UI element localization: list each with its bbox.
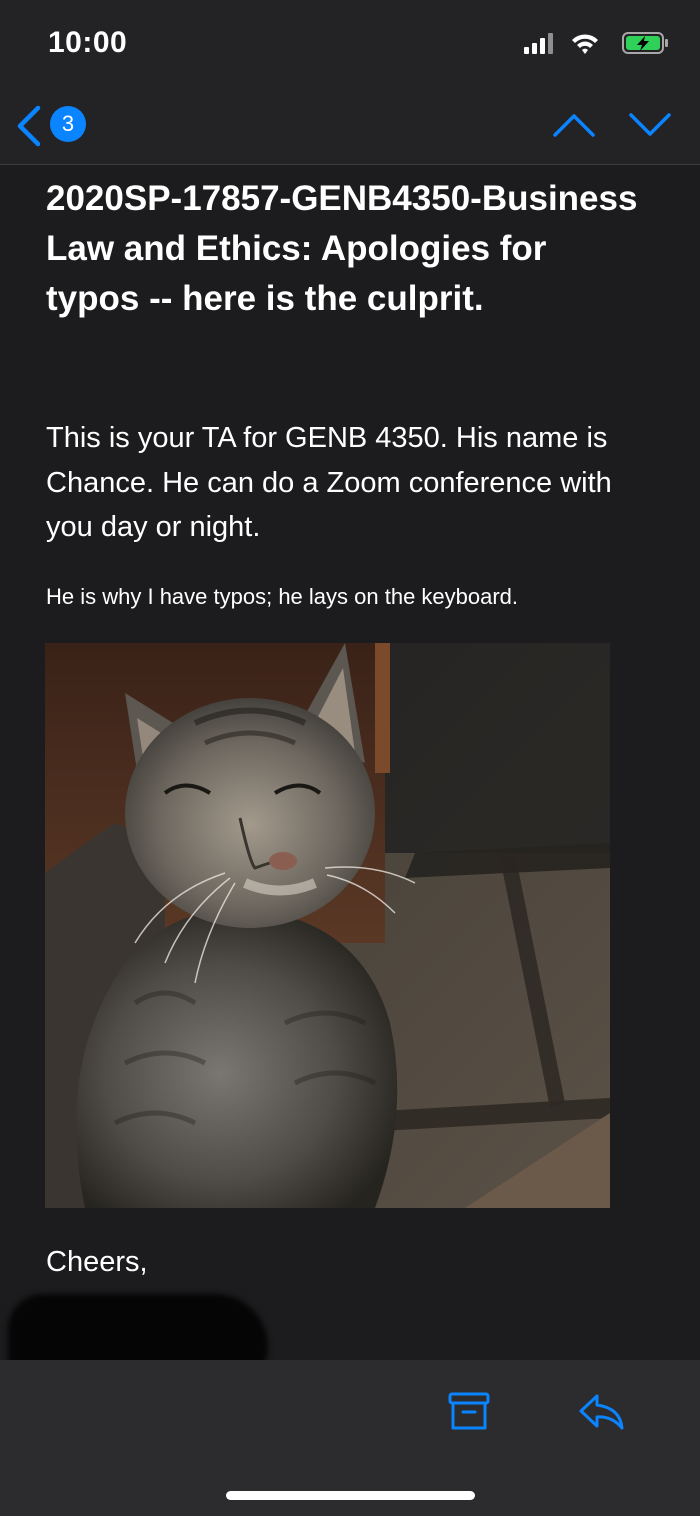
message-content[interactable]: 2020SP-17857-GENB4350-Business Law and E…: [0, 164, 700, 1360]
archive-box-icon[interactable]: [448, 1390, 490, 1432]
nav-bar: 3: [0, 90, 700, 165]
unread-count-badge[interactable]: 3: [50, 106, 86, 142]
chevron-down-icon[interactable]: [628, 110, 672, 140]
status-time: 10:00: [48, 26, 128, 59]
bottom-toolbar: [0, 1360, 700, 1516]
cat-photo[interactable]: [45, 643, 610, 1208]
message-body-paragraph: This is your TA for GENB 4350. His name …: [46, 422, 612, 543]
redacted-signature: [8, 1294, 268, 1360]
cellular-signal-icon: [524, 33, 553, 54]
message-subject: 2020SP-17857-GENB4350-Business Law and E…: [46, 179, 638, 318]
message-body-note: He is why I have typos; he lays on the k…: [46, 584, 519, 609]
status-icons: [524, 32, 668, 54]
reply-icon[interactable]: [578, 1392, 626, 1432]
chevron-up-icon[interactable]: [552, 110, 596, 140]
status-bar: 10:00: [0, 0, 700, 90]
chevron-left-icon[interactable]: [14, 104, 44, 148]
battery-charging-icon: [622, 32, 668, 54]
wifi-icon: [572, 34, 598, 54]
message-signoff: Cheers,: [46, 1246, 148, 1278]
home-indicator[interactable]: [226, 1491, 475, 1500]
